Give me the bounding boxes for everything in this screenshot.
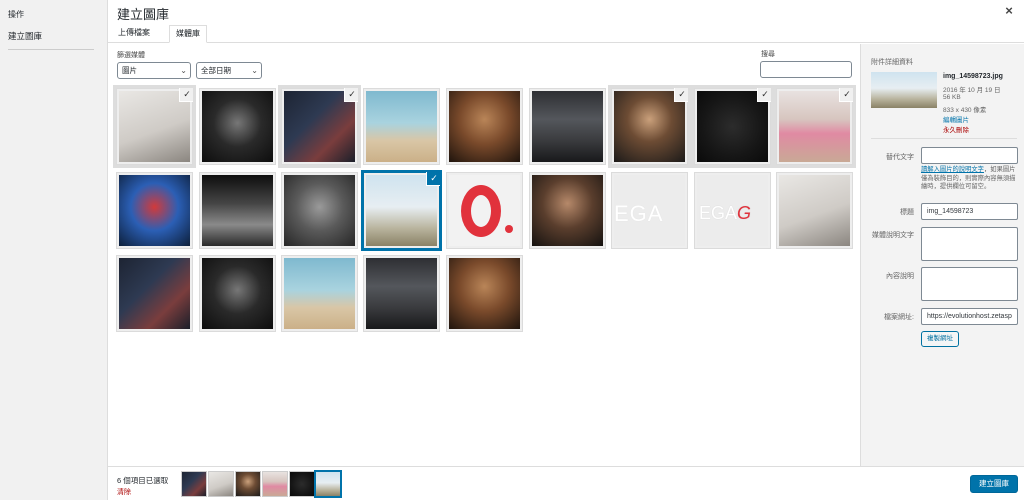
clear-selection-link[interactable]: 清除 [117,487,131,497]
chevron-down-icon: ⌄ [180,66,187,75]
check-icon[interactable]: ✓ [180,88,193,101]
media-item[interactable] [199,88,276,165]
check-icon[interactable]: ✓ [758,88,771,101]
description-field[interactable] [921,267,1018,301]
tab-upload-files[interactable]: 上傳檔案 [112,25,156,43]
media-item[interactable]: ✓ [608,85,691,168]
modal-title: 建立圖庫 [117,7,170,22]
check-icon[interactable]: ✓ [427,172,440,185]
menu-title: 操作 [8,10,24,19]
media-item[interactable]: ✓ [691,85,774,168]
alt-help-link[interactable]: 讀解入圖片的說明文字 [921,166,984,173]
selection-count: 6 個項目已選取 [117,476,169,485]
media-item[interactable]: ✓ [113,85,196,168]
media-item[interactable]: ✓ [773,85,856,168]
file-url-label: 檔案網址: [884,314,914,321]
media-item[interactable] [363,255,440,332]
media-item[interactable] [446,255,523,332]
date-select[interactable]: 全部日期 ⌄ [196,62,262,79]
caption-label: 媒體說明文字 [872,232,914,239]
attachment-size: 56 KB [943,94,961,101]
tab-media-library[interactable]: 媒體庫 [169,25,207,43]
alt-text-label: 替代文字 [886,154,914,161]
edit-image-link[interactable]: 編輯圖片 [943,114,969,124]
delete-permanently-link[interactable]: 永久刪除 [943,124,969,134]
divider [871,138,1017,139]
attachment-thumbnail [871,72,937,108]
title-label: 標題 [900,209,914,216]
media-item[interactable]: ✓ [278,85,361,168]
search-input[interactable] [760,61,852,78]
attachment-date: 2016 年 10 月 19 日 [943,87,1001,94]
media-type-select[interactable]: 圖片 ⌄ [117,62,191,79]
media-item[interactable] [199,172,276,249]
media-item[interactable] [446,88,523,165]
selected-thumbnail[interactable] [316,472,340,496]
media-item[interactable] [281,172,358,249]
date-value: 全部日期 [201,66,231,75]
media-item[interactable] [529,88,606,165]
menu-item-create-gallery[interactable]: 建立圖庫 [8,30,42,42]
filter-label: 篩選媒體 [117,52,145,59]
close-icon[interactable]: × [1002,4,1016,18]
selected-thumbnail[interactable] [263,472,287,496]
media-item[interactable] [776,172,853,249]
left-menu: 操作 建立圖庫 [0,0,108,500]
media-item[interactable] [116,255,193,332]
copy-url-button[interactable]: 複製網址 [921,331,959,347]
selected-thumbnail[interactable] [209,472,233,496]
check-icon[interactable]: ✓ [675,88,688,101]
media-item[interactable] [446,172,523,249]
check-icon[interactable]: ✓ [345,88,358,101]
title-field[interactable]: img_14598723 [921,203,1018,220]
media-item[interactable]: EGA [611,172,688,249]
selected-thumbnail[interactable] [182,472,206,496]
selection-toolbar: 6 個項目已選取 清除 建立圖庫 [108,466,1024,500]
media-item[interactable]: EGAG [694,172,771,249]
alt-text-help: 讀解入圖片的說明文字，如果圖片僅為裝飾目的，則實際內容無須描繪時，提供欄位可留空… [921,166,1019,192]
check-icon[interactable]: ✓ [840,88,853,101]
logo-text: EGA [614,201,664,226]
logo-text: EGAG [699,203,752,223]
media-type-value: 圖片 [122,66,137,75]
search-label: 搜尋 [761,51,775,58]
media-item[interactable] [529,172,606,249]
tab-bar: 上傳檔案 媒體庫 [108,25,1024,43]
details-heading: 附件詳細資料 [871,59,913,66]
media-item[interactable] [281,255,358,332]
description-label: 內容說明 [886,273,914,280]
attachment-filename: img_14598723.jpg [943,73,1003,80]
selected-thumbnail[interactable] [236,472,260,496]
logo-o-mark [461,185,501,237]
media-item[interactable] [363,88,440,165]
alt-text-field[interactable] [921,147,1018,164]
media-item[interactable] [116,172,193,249]
file-url-field[interactable]: https://evolutionhost.zetasp [921,308,1018,325]
selected-thumbnail[interactable] [290,472,314,496]
menu-separator [8,49,94,50]
media-item[interactable] [199,255,276,332]
attachment-details: 附件詳細資料 img_14598723.jpg 2016 年 10 月 19 日… [860,44,1024,467]
media-item[interactable]: ✓ [361,170,442,251]
caption-field[interactable] [921,227,1018,261]
chevron-down-icon: ⌄ [251,66,258,75]
attachment-dimensions: 833 x 430 像素 [943,107,987,114]
create-gallery-button[interactable]: 建立圖庫 [970,475,1018,493]
